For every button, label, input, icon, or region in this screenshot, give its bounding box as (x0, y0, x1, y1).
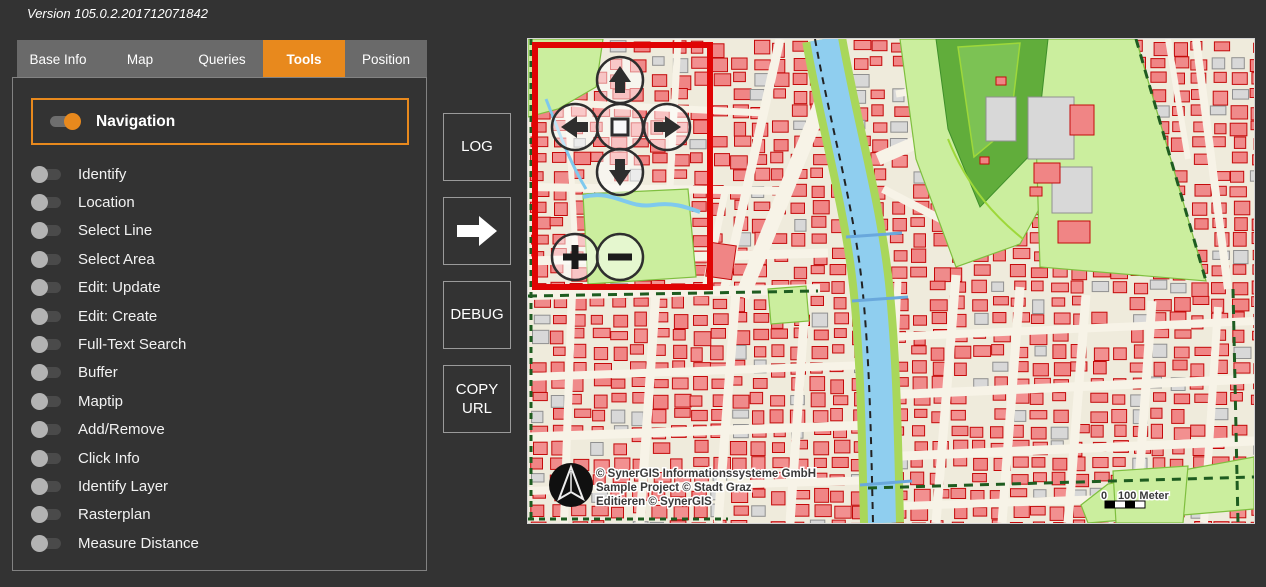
tool-item-label: Rasterplan (78, 506, 151, 523)
tool-item-add-remove[interactable]: Add/Remove (13, 416, 426, 444)
tool-item-label: Measure Distance (78, 535, 199, 552)
toggle-off-icon[interactable] (32, 396, 61, 407)
attribution-line-1: © SynerGIS Informationssysteme GmbH (596, 468, 816, 480)
tool-item-label: Identify (78, 166, 126, 183)
toggle-knob (31, 506, 48, 523)
tab-queries[interactable]: Queries (181, 40, 263, 78)
zoom-out-button[interactable] (597, 234, 643, 280)
tab-base-info[interactable]: Base Info (17, 40, 99, 78)
zoom-in-button[interactable] (552, 234, 598, 280)
toggle-on-icon[interactable] (50, 116, 79, 127)
toggle-off-icon[interactable] (32, 509, 61, 520)
tool-item-select-line[interactable]: Select Line (13, 217, 426, 245)
scale-distance-label: 100 Meter (1118, 490, 1169, 502)
tool-item-navigation[interactable]: Navigation (31, 98, 409, 145)
debug-button[interactable]: DEBUG (443, 281, 511, 349)
toggle-knob (31, 450, 48, 467)
tools-panel: Navigation Identify Location Select Line Se… (12, 77, 427, 571)
pan-down-button[interactable] (597, 149, 643, 195)
toggle-knob (31, 535, 48, 552)
tool-item-label: Click Info (78, 450, 140, 467)
toggle-knob (31, 279, 48, 296)
tool-item-select-area[interactable]: Select Area (13, 245, 426, 273)
tool-item-identify-layer[interactable]: Identify Layer (13, 472, 426, 500)
forward-arrow-button[interactable] (443, 197, 511, 265)
toggle-knob (64, 113, 81, 130)
toggle-off-icon[interactable] (32, 225, 61, 236)
toggle-off-icon[interactable] (32, 339, 61, 350)
toggle-knob (31, 194, 48, 211)
toggle-off-icon[interactable] (32, 538, 61, 549)
toggle-off-icon[interactable] (32, 197, 61, 208)
attribution-line-2: Sample Project © Stadt Graz (596, 482, 752, 494)
tool-item-label: Location (78, 194, 135, 211)
toggle-off-icon[interactable] (32, 311, 61, 322)
tool-item-measure-distance[interactable]: Measure Distance (13, 529, 426, 557)
map-view[interactable]: © SynerGIS Informationssysteme GmbH Samp… (527, 38, 1255, 524)
tool-item-label: Select Area (78, 251, 155, 268)
pan-left-button[interactable] (552, 104, 598, 150)
version-label: Version 105.0.2.201712071842 (27, 6, 208, 21)
arrow-right-icon (455, 215, 499, 247)
pan-up-button[interactable] (597, 57, 643, 103)
tool-item-label: Add/Remove (78, 421, 165, 438)
app-window: Version 105.0.2.201712071842 Base InfoMa… (0, 0, 1266, 587)
tool-item-label: Full-Text Search (78, 336, 186, 353)
toggle-knob (31, 336, 48, 353)
toggle-off-icon[interactable] (32, 367, 61, 378)
tab-map[interactable]: Map (99, 40, 181, 78)
copy-url-button[interactable]: COPY URL (443, 365, 511, 433)
tab-tools[interactable]: Tools (263, 40, 345, 78)
tool-item-full-text-search[interactable]: Full-Text Search (13, 330, 426, 358)
pan-right-button[interactable] (644, 104, 690, 150)
scale-zero-label: 0 (1101, 490, 1107, 502)
toggle-off-icon[interactable] (32, 424, 61, 435)
toggle-knob (31, 393, 48, 410)
tool-list: Identify Location Select Line Select Area Ed… (13, 160, 426, 557)
tool-item-label: Edit: Create (78, 308, 157, 325)
toggle-knob (31, 251, 48, 268)
tool-item-label: Maptip (78, 393, 123, 410)
toggle-knob (31, 364, 48, 381)
tool-item-rasterplan[interactable]: Rasterplan (13, 501, 426, 529)
log-button[interactable]: LOG (443, 113, 511, 181)
toggle-off-icon[interactable] (32, 169, 61, 180)
tool-item-label: Edit: Update (78, 279, 161, 296)
toggle-off-icon[interactable] (32, 282, 61, 293)
show-extent-button[interactable] (597, 104, 643, 150)
tool-item-edit-create[interactable]: Edit: Create (13, 302, 426, 330)
tab-bar: Base InfoMapQueriesToolsPosition (17, 40, 427, 78)
tool-item-label: Select Line (78, 222, 152, 239)
tool-item-label: Navigation (96, 113, 175, 131)
toggle-off-icon[interactable] (32, 254, 61, 265)
tool-item-click-info[interactable]: Click Info (13, 444, 426, 472)
toggle-knob (31, 478, 48, 495)
tool-item-maptip[interactable]: Maptip (13, 387, 426, 415)
attribution-line-3: Editieren © SynerGIS (596, 496, 712, 508)
toggle-knob (31, 222, 48, 239)
tool-item-edit-update[interactable]: Edit: Update (13, 274, 426, 302)
tool-item-label: Identify Layer (78, 478, 168, 495)
toggle-knob (31, 166, 48, 183)
compass-icon (549, 463, 593, 507)
tool-item-identify[interactable]: Identify (13, 160, 426, 188)
tool-item-buffer[interactable]: Buffer (13, 359, 426, 387)
tab-position[interactable]: Position (345, 40, 427, 78)
tool-item-location[interactable]: Location (13, 188, 426, 216)
tool-item-label: Buffer (78, 364, 118, 381)
toggle-off-icon[interactable] (32, 481, 61, 492)
toggle-knob (31, 421, 48, 438)
toggle-knob (31, 308, 48, 325)
toggle-off-icon[interactable] (32, 453, 61, 464)
side-button-column: LOG DEBUG COPY URL (443, 113, 511, 433)
